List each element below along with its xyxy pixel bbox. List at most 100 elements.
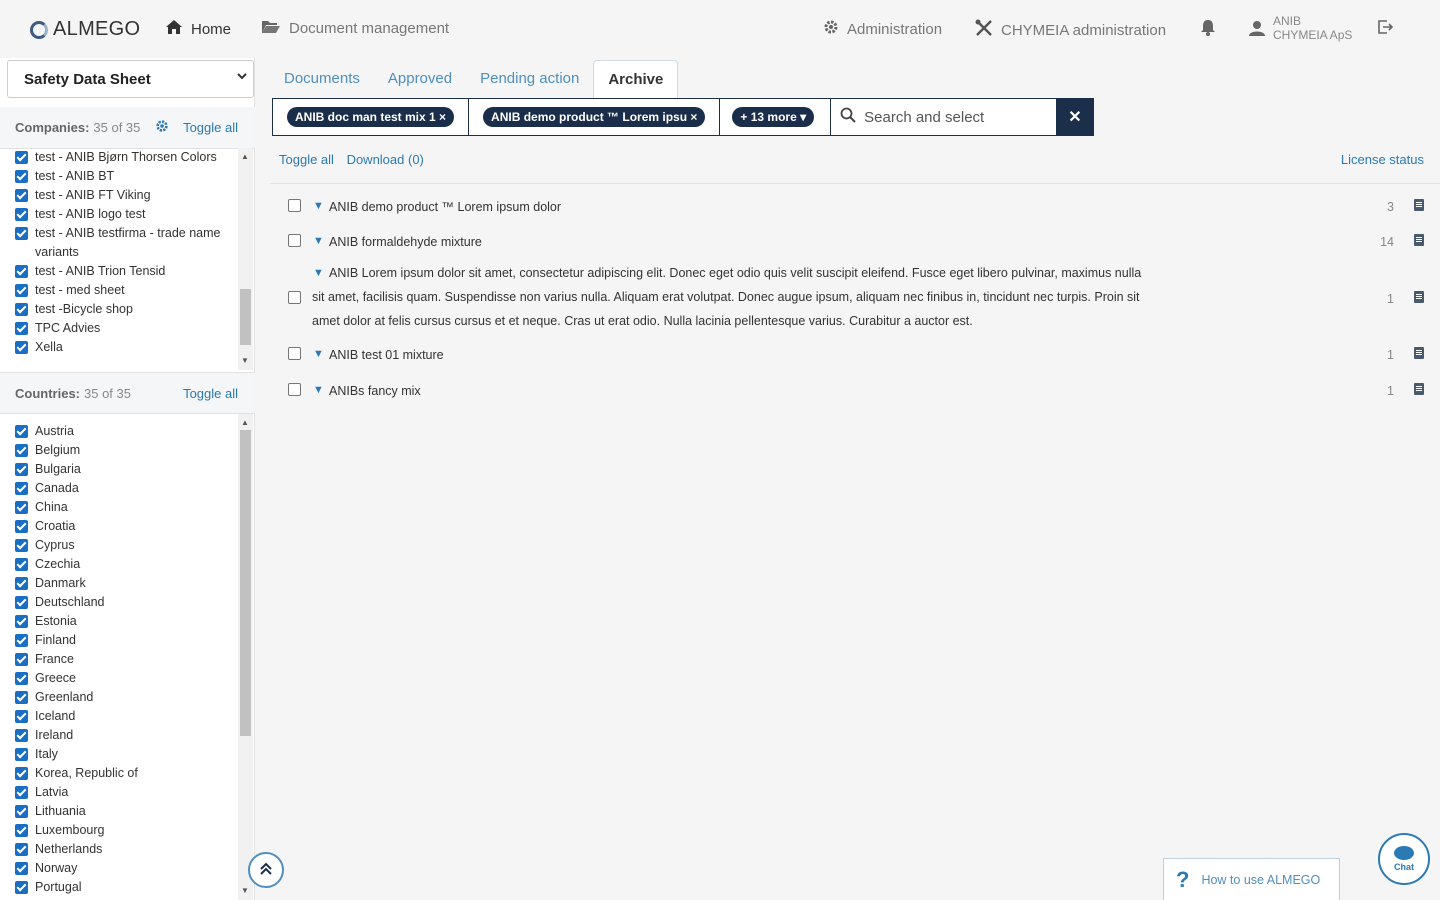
checkbox[interactable] bbox=[15, 170, 28, 183]
product-name-line[interactable]: sit amet, facilisis quam. Suspendisse no… bbox=[312, 285, 1140, 309]
table-row[interactable]: ▼ ANIBs fancy mix 1 bbox=[288, 382, 1424, 402]
scroll-down-arrow-icon[interactable]: ▼ bbox=[241, 886, 249, 895]
row-checkbox[interactable] bbox=[288, 291, 301, 304]
list-item[interactable]: Portugal bbox=[0, 878, 238, 897]
checkbox[interactable] bbox=[15, 805, 28, 818]
checkbox[interactable] bbox=[15, 767, 28, 780]
checkbox[interactable] bbox=[15, 425, 28, 438]
table-row[interactable]: ▼ ANIB formaldehyde mixture 14 bbox=[288, 233, 1424, 253]
nav-home[interactable]: Home bbox=[165, 19, 231, 39]
tab-pending-action[interactable]: Pending action bbox=[466, 60, 593, 98]
document-icon[interactable] bbox=[1414, 291, 1424, 303]
list-item[interactable]: test - ANIB Bjørn Thorsen Colors bbox=[0, 148, 238, 167]
checkbox[interactable] bbox=[15, 227, 28, 240]
list-item[interactable]: Ireland bbox=[0, 726, 238, 745]
checkbox[interactable] bbox=[15, 577, 28, 590]
countries-scroll-thumb[interactable] bbox=[240, 430, 251, 736]
list-item[interactable]: Latvia bbox=[0, 783, 238, 802]
list-item[interactable]: Cyprus bbox=[0, 536, 238, 555]
checkbox[interactable] bbox=[15, 463, 28, 476]
companies-scrollbar[interactable]: ▲ ▼ bbox=[238, 148, 253, 370]
nav-chymeia-administration[interactable]: CHYMEIA administration bbox=[975, 19, 1166, 41]
list-item[interactable]: test - med sheet bbox=[0, 281, 238, 300]
scroll-up-arrow-icon[interactable]: ▲ bbox=[241, 152, 249, 161]
table-row[interactable]: ▼ ANIB test 01 mixture 1 bbox=[288, 346, 1424, 366]
checkbox[interactable] bbox=[15, 710, 28, 723]
nav-document-management[interactable]: Document management bbox=[261, 19, 449, 38]
checkbox[interactable] bbox=[15, 189, 28, 202]
download-link[interactable]: Download (0) bbox=[347, 152, 424, 167]
checkbox[interactable] bbox=[15, 881, 28, 894]
list-item[interactable]: TPC Advies bbox=[0, 319, 238, 338]
list-item[interactable]: test - ANIB testfirma - trade name varia… bbox=[0, 224, 238, 262]
document-icon[interactable] bbox=[1414, 199, 1424, 211]
search-input[interactable]: Search and select bbox=[831, 99, 1056, 135]
list-item[interactable]: Greece bbox=[0, 669, 238, 688]
companies-settings-gear-icon[interactable] bbox=[155, 119, 169, 136]
tab-archive[interactable]: Archive bbox=[593, 60, 679, 98]
countries-scrollbar[interactable]: ▲ ▼ bbox=[238, 414, 253, 900]
row-checkbox[interactable] bbox=[288, 199, 301, 212]
checkbox[interactable] bbox=[15, 615, 28, 628]
toggle-all-link[interactable]: Toggle all bbox=[279, 152, 334, 167]
document-icon[interactable] bbox=[1414, 347, 1424, 359]
checkbox[interactable] bbox=[15, 208, 28, 221]
row-checkbox[interactable] bbox=[288, 347, 301, 360]
list-item[interactable]: Iceland bbox=[0, 707, 238, 726]
scroll-up-arrow-icon[interactable]: ▲ bbox=[241, 418, 249, 427]
checkbox[interactable] bbox=[15, 341, 28, 354]
product-name[interactable]: ANIB test 01 mixture bbox=[329, 348, 444, 362]
list-item[interactable]: Lithuania bbox=[0, 802, 238, 821]
tab-documents[interactable]: Documents bbox=[270, 60, 374, 98]
list-item[interactable]: Czechia bbox=[0, 555, 238, 574]
list-item[interactable]: Danmark bbox=[0, 574, 238, 593]
notifications-button[interactable] bbox=[1200, 19, 1224, 40]
product-name[interactable]: ANIBs fancy mix bbox=[329, 384, 421, 398]
list-item[interactable]: Netherlands bbox=[0, 840, 238, 859]
list-item[interactable]: France bbox=[0, 650, 238, 669]
nav-administration[interactable]: Administration bbox=[823, 19, 942, 39]
list-item[interactable]: China bbox=[0, 498, 238, 517]
companies-scroll-thumb[interactable] bbox=[240, 289, 251, 345]
table-row[interactable]: ▼ ANIB Lorem ipsum dolor sit amet, conse… bbox=[288, 261, 1424, 333]
tab-approved[interactable]: Approved bbox=[374, 60, 466, 98]
checkbox[interactable] bbox=[15, 303, 28, 316]
document-icon[interactable] bbox=[1414, 234, 1424, 246]
help-widget[interactable]: ? How to use ALMEGO bbox=[1163, 858, 1340, 900]
checkbox[interactable] bbox=[15, 501, 28, 514]
checkbox[interactable] bbox=[15, 786, 28, 799]
checkbox[interactable] bbox=[15, 748, 28, 761]
checkbox[interactable] bbox=[15, 824, 28, 837]
row-checkbox[interactable] bbox=[288, 383, 301, 396]
document-type-select[interactable]: Safety Data Sheet bbox=[7, 60, 254, 98]
checkbox[interactable] bbox=[15, 520, 28, 533]
product-name-line[interactable]: ANIB Lorem ipsum dolor sit amet, consect… bbox=[329, 261, 1141, 285]
checkbox[interactable] bbox=[15, 265, 28, 278]
list-item[interactable]: Greenland bbox=[0, 688, 238, 707]
list-item[interactable]: test - ANIB FT Viking bbox=[0, 186, 238, 205]
list-item[interactable]: Deutschland bbox=[0, 593, 238, 612]
filter-chip[interactable]: ANIB doc man test mix 1 × bbox=[287, 107, 455, 127]
license-status-link[interactable]: License status bbox=[1341, 152, 1424, 167]
list-item[interactable]: Canada bbox=[0, 479, 238, 498]
chat-button[interactable]: Chat bbox=[1378, 833, 1430, 885]
list-item[interactable]: Belgium bbox=[0, 441, 238, 460]
row-checkbox[interactable] bbox=[288, 234, 301, 247]
checkbox[interactable] bbox=[15, 596, 28, 609]
list-item[interactable]: test -Bicycle shop bbox=[0, 300, 238, 319]
filter-chip[interactable]: ANIB demo product ™ Lorem ipsu × bbox=[483, 107, 706, 127]
list-item[interactable]: Austria bbox=[0, 422, 238, 441]
checkbox[interactable] bbox=[15, 843, 28, 856]
checkbox[interactable] bbox=[15, 634, 28, 647]
scroll-to-top-button[interactable] bbox=[248, 852, 284, 888]
list-item[interactable]: test - ANIB Trion Tensid bbox=[0, 262, 238, 281]
chevron-down-icon[interactable]: ▼ bbox=[313, 384, 324, 396]
checkbox[interactable] bbox=[15, 558, 28, 571]
table-row[interactable]: ▼ ANIB demo product ™ Lorem ipsum dolor … bbox=[288, 198, 1424, 218]
checkbox[interactable] bbox=[15, 672, 28, 685]
list-item[interactable]: Bulgaria bbox=[0, 460, 238, 479]
list-item[interactable]: test - ANIB logo test bbox=[0, 205, 238, 224]
product-name[interactable]: ANIB formaldehyde mixture bbox=[329, 235, 482, 249]
chevron-down-icon[interactable]: ▼ bbox=[313, 261, 324, 285]
checkbox[interactable] bbox=[15, 862, 28, 875]
